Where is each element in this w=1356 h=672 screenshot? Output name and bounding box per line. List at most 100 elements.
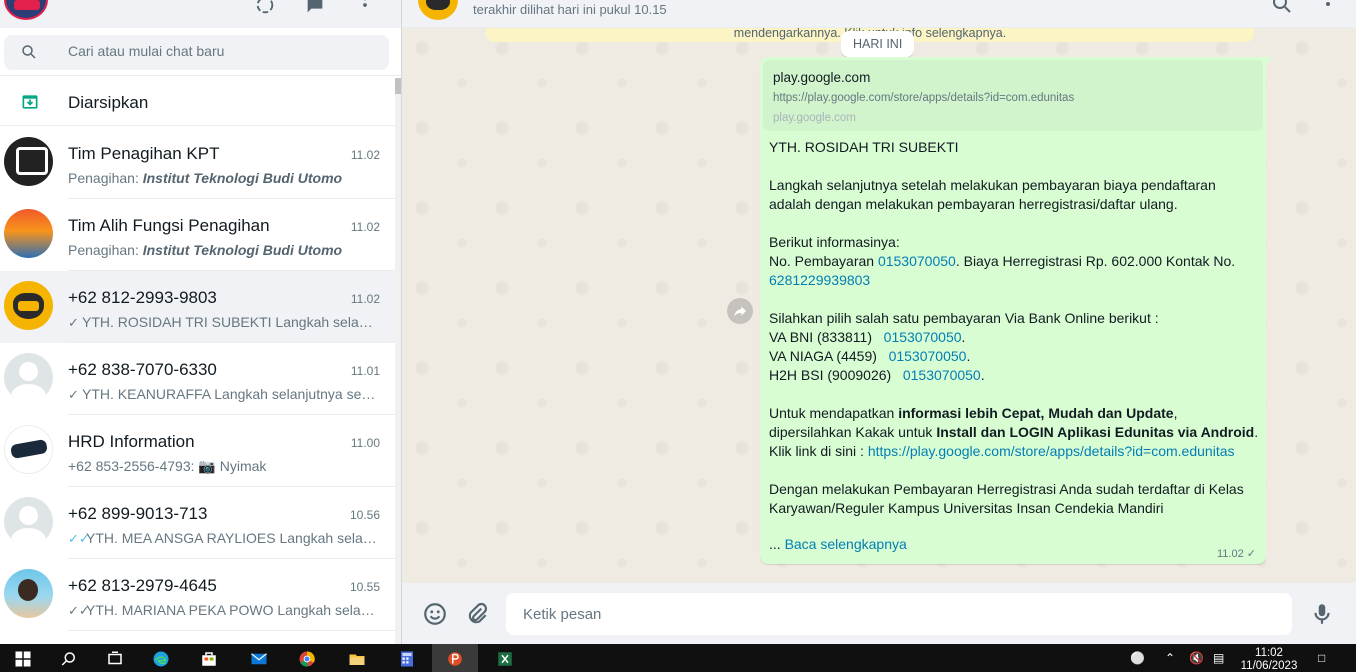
search-input[interactable] xyxy=(68,43,368,59)
status-icon[interactable] xyxy=(252,0,278,18)
chat-time: 10.56 xyxy=(349,508,380,522)
clock-date: 11/06/2023 xyxy=(1240,660,1298,672)
avatar xyxy=(4,497,53,546)
edge-icon[interactable] xyxy=(138,644,184,672)
chat-time: 11.00 xyxy=(350,436,380,450)
mail-icon[interactable] xyxy=(236,644,282,672)
read-more-link[interactable]: Baca selengkapnya xyxy=(785,536,907,552)
menu-icon[interactable] xyxy=(1316,0,1340,16)
windows-taskbar: ⚪ ⌃ 🔇 ▤ 11:02 11/06/2023 □ xyxy=(0,644,1356,672)
task-view-icon[interactable] xyxy=(92,644,138,672)
link-preview-url: https://play.google.com/store/apps/detai… xyxy=(773,92,1075,104)
chat-name: +62 812-2993-9803 xyxy=(68,288,217,307)
new-chat-icon[interactable] xyxy=(302,0,328,18)
forward-button[interactable] xyxy=(727,298,753,324)
chat-preview: ✓ YTH. ROSIDAH TRI SUBEKTI Langkah selanj… xyxy=(68,314,378,330)
chat-preview: +62 853-2556-4793: 📷 Nyimak xyxy=(68,458,267,474)
search-bar xyxy=(0,28,401,76)
message-time: 11.02 ✓ xyxy=(1217,548,1256,560)
chat-item-628999013713[interactable]: +62 899-9013-713 10.56 ✓✓YTH. MEA ANSGA … xyxy=(0,487,395,559)
bank-options: Silahkan pilih salah satu pembayaran Via… xyxy=(769,310,1159,383)
sent-tick-icon: ✓ xyxy=(68,315,79,330)
chat-preview: ✓ YTH. KEANURAFFA Langkah selanjutnya set… xyxy=(68,386,378,402)
chat-list-pane: Diarsipkan Tim Penagihan KPT 11.02 Penag… xyxy=(0,0,402,644)
chat-item-6281329794645[interactable]: +62 813-2979-4645 10.55 ✓✓YTH. MARIANA P… xyxy=(0,559,395,631)
left-header xyxy=(0,0,401,28)
h2h-bsi-link[interactable]: 0153070050 xyxy=(903,367,981,383)
profile-avatar[interactable] xyxy=(4,0,48,20)
app-info: Untuk mendapatkan informasi lebih Cepat,… xyxy=(769,405,1259,459)
message-input[interactable] xyxy=(506,593,1292,635)
link-preview[interactable]: play.google.com https://play.google.com/… xyxy=(763,60,1263,131)
avatar xyxy=(4,137,53,186)
app-icon[interactable] xyxy=(432,644,478,672)
search-box[interactable] xyxy=(4,35,389,70)
chat-preview: ✓✓YTH. MARIANA PEKA POWO Langkah selanju… xyxy=(68,602,378,618)
taskbar-clock[interactable]: 11:02 11/06/2023 xyxy=(1240,647,1298,672)
payment-info: Berikut informasinya: No. Pembayaran 015… xyxy=(769,233,1261,290)
attach-icon[interactable] xyxy=(464,601,490,627)
chat-time: 11.02 xyxy=(350,148,380,162)
payment-number-link[interactable]: 0153070050 xyxy=(878,253,956,269)
contact-number-link[interactable]: 6281229939803 xyxy=(769,271,1261,290)
search-icon[interactable] xyxy=(46,644,92,672)
archived-chats[interactable]: Diarsipkan xyxy=(0,78,395,126)
store-icon[interactable] xyxy=(186,644,232,672)
va-niaga-link[interactable]: 0153070050 xyxy=(889,348,967,364)
emoji-icon[interactable] xyxy=(422,601,448,627)
volume-muted-icon[interactable]: 🔇 xyxy=(1189,651,1205,665)
last-seen: terakhir dilihat hari ini pukul 10.15 xyxy=(473,2,667,17)
delivered-tick-icon: ✓✓ xyxy=(68,603,90,618)
menu-icon[interactable] xyxy=(352,0,378,18)
sent-tick-icon: ✓ xyxy=(68,387,79,402)
microphone-icon[interactable] xyxy=(1309,601,1335,627)
chat-item-hrd-information[interactable]: HRD Information 11.00 +62 853-2556-4793:… xyxy=(0,415,395,487)
chat-name: Tim Penagihan KPT xyxy=(68,144,220,163)
archive-icon xyxy=(22,95,38,109)
excel-icon[interactable] xyxy=(482,644,528,672)
calculator-icon[interactable] xyxy=(384,644,430,672)
message-text: YTH. ROSIDAH TRI SUBEKTI Langkah selanju… xyxy=(769,138,1261,537)
composer xyxy=(402,583,1356,644)
chat-name: +62 813-2979-4645 xyxy=(68,576,217,595)
chat-preview: ✓✓YTH. MEA ANSGA RAYLIOES Langkah selanj… xyxy=(68,530,378,546)
search-icon[interactable] xyxy=(1270,0,1294,16)
forward-icon xyxy=(734,306,746,317)
chat-time: 11.01 xyxy=(350,364,380,378)
chat-name: Tim Alih Fungsi Penagihan xyxy=(68,216,270,235)
chat-preview: Penagihan: Institut Teknologi Budi Utomo xyxy=(68,170,343,186)
avatar xyxy=(4,281,53,330)
avatar xyxy=(4,425,53,474)
sent-tick-icon: ✓ xyxy=(1246,548,1256,560)
avatar xyxy=(4,209,53,258)
chat-name: HRD Information xyxy=(68,432,195,451)
notifications-icon[interactable]: □ xyxy=(1318,651,1334,665)
chat-list-scrollbar[interactable] xyxy=(395,78,401,644)
contact-avatar[interactable] xyxy=(418,0,458,20)
chat-item-tim-alih-fungsi[interactable]: Tim Alih Fungsi Penagihan 11.02 Penagiha… xyxy=(0,199,395,271)
link-preview-title: play.google.com xyxy=(773,70,871,85)
scrollbar-thumb[interactable] xyxy=(395,78,401,94)
va-bni-link[interactable]: 0153070050 xyxy=(884,329,962,345)
chrome-icon[interactable] xyxy=(284,644,330,672)
chat-preview: Penagihan: Institut Teknologi Budi Utomo xyxy=(68,242,343,258)
windows-start-icon[interactable] xyxy=(0,644,46,672)
chat-item-tim-penagihan-kpt[interactable]: Tim Penagihan KPT 11.02 Penagihan: Insti… xyxy=(0,127,395,199)
conversation-header[interactable]: terakhir dilihat hari ini pukul 10.15 xyxy=(402,0,1356,28)
play-store-link[interactable]: https://play.google.com/store/apps/detai… xyxy=(868,443,1235,459)
chat-item-6281229939803[interactable]: +62 812-2993-9803 11.02 ✓ YTH. ROSIDAH TR… xyxy=(0,271,395,343)
chevron-up-icon[interactable]: ⌃ xyxy=(1165,651,1181,665)
clock-time: 11:02 xyxy=(1255,647,1283,659)
chat-time: 10.55 xyxy=(349,580,380,594)
message-greeting: YTH. ROSIDAH TRI SUBEKTI xyxy=(769,139,959,155)
chat-item-6283870706330[interactable]: +62 838-7070-6330 11.01 ✓ YTH. KEANURAFFA… xyxy=(0,343,395,415)
read-more-line: ... Baca selengkapnya xyxy=(769,536,907,552)
battery-icon[interactable]: ▤ xyxy=(1213,651,1229,665)
outgoing-message[interactable]: play.google.com https://play.google.com/… xyxy=(760,57,1266,564)
people-icon[interactable]: ⚪ xyxy=(1130,651,1146,665)
message-area[interactable]: mendengarkannya. Klik untuk info selengk… xyxy=(402,28,1356,583)
search-icon[interactable] xyxy=(20,43,38,61)
file-explorer-icon[interactable] xyxy=(334,644,380,672)
message-closing: Dengan melakukan Pembayaran Herregistras… xyxy=(769,481,1244,516)
date-chip: HARI INI xyxy=(841,31,915,57)
